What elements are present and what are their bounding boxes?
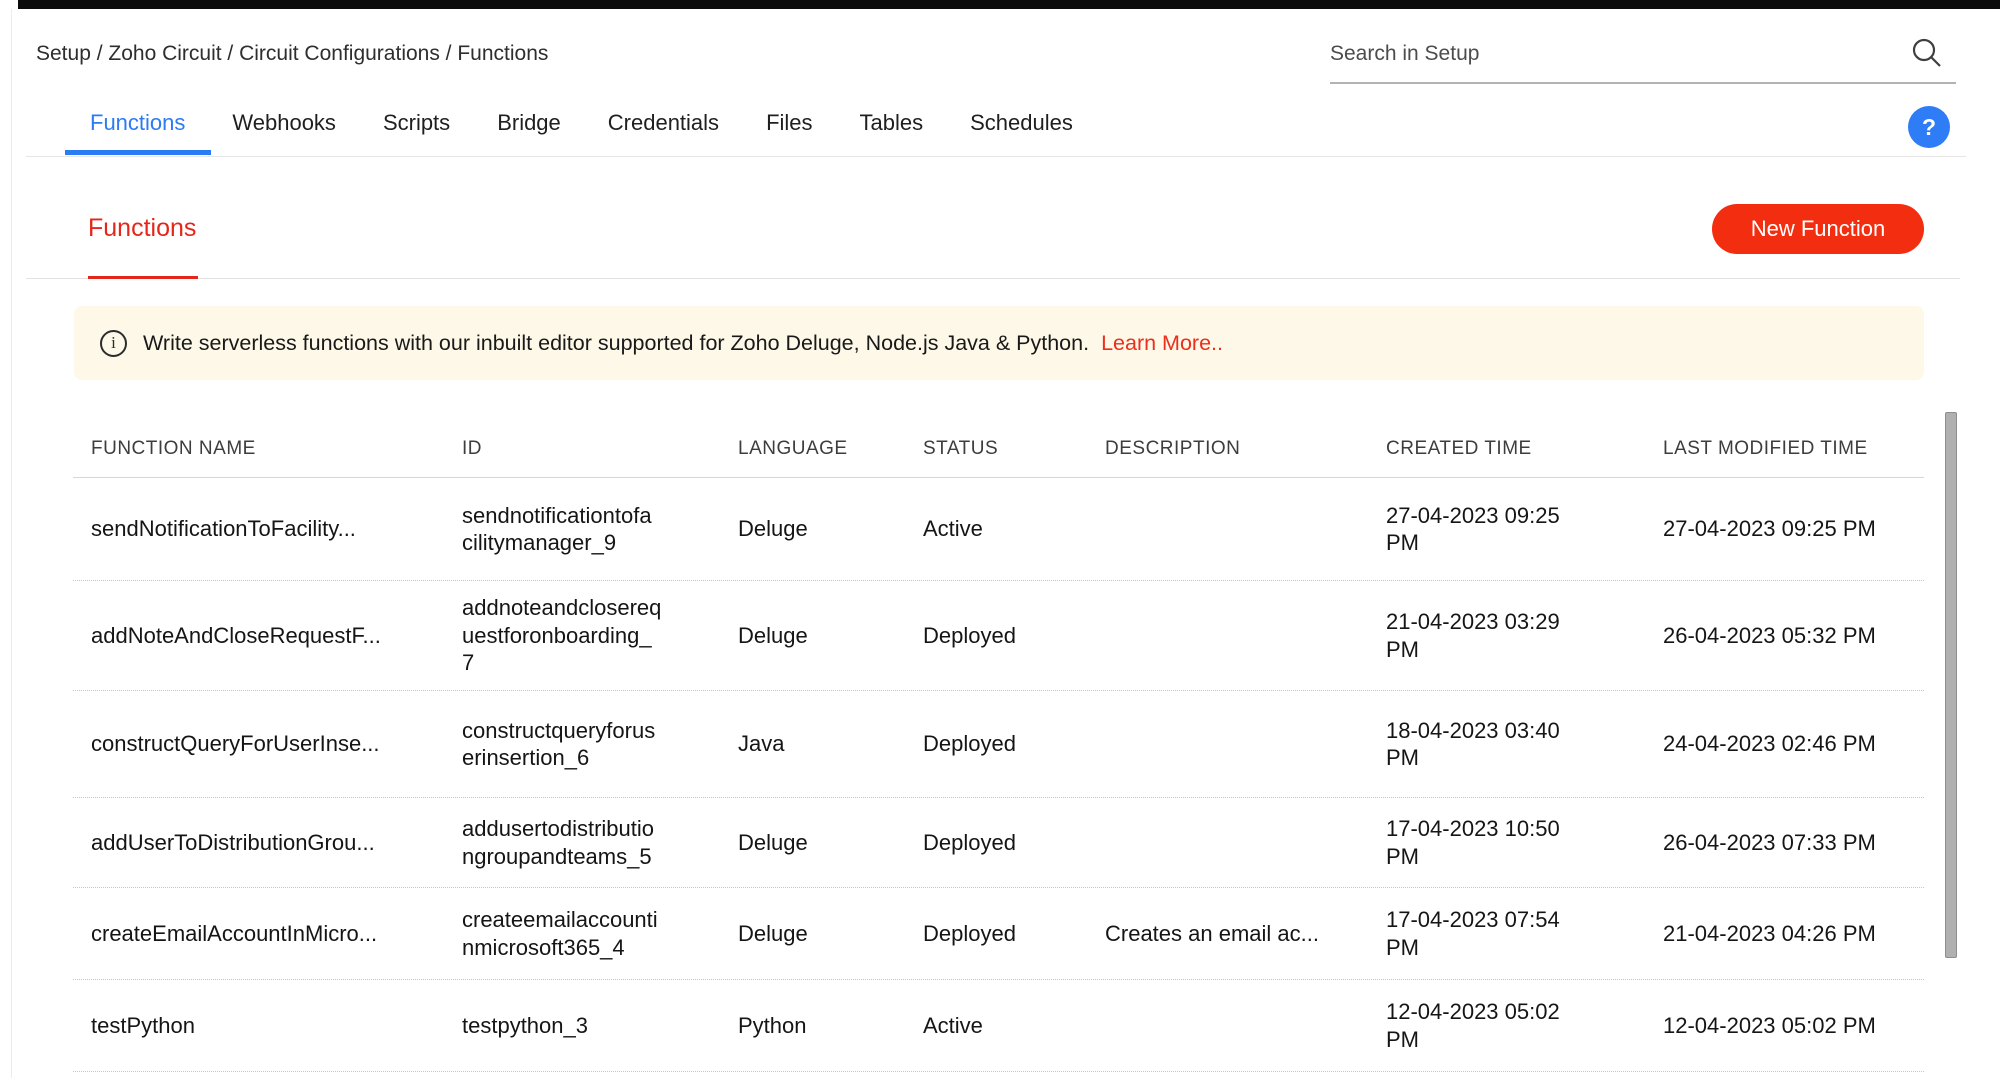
modified-time-cell: 26-04-2023 07:33 PM (1663, 829, 1906, 857)
search-icon[interactable] (1910, 36, 1944, 70)
modified-time-cell: 26-04-2023 05:32 PM (1663, 622, 1906, 650)
tab-functions[interactable]: Functions (90, 110, 185, 136)
function-id-cell: addusertodistributio ngroupandteams_5 (462, 815, 738, 870)
column-header-last-modified-time: LAST MODIFIED TIME (1663, 438, 1906, 460)
created-time-cell: 21-04-2023 03:29 PM (1386, 608, 1663, 663)
table-row[interactable]: createEmailAccountInMicro... createemail… (73, 888, 1924, 980)
tab-webhooks[interactable]: Webhooks (232, 110, 336, 136)
function-name-cell: testPython (91, 1012, 462, 1040)
active-tab-indicator (65, 150, 211, 155)
page-title: Functions (88, 214, 196, 243)
help-icon[interactable]: ? (1908, 106, 1950, 148)
vertical-scrollbar-thumb[interactable] (1945, 412, 1957, 958)
table-row[interactable]: addNoteAndCloseRequestF... addnoteandclo… (73, 581, 1924, 691)
modified-time-cell: 27-04-2023 09:25 PM (1663, 515, 1906, 543)
functions-table: FUNCTION NAME ID LANGUAGE STATUS DESCRIP… (73, 420, 1924, 1072)
function-id-cell: addnoteandclosereq uestforonboarding_ 7 (462, 594, 738, 677)
new-function-button[interactable]: New Function (1712, 204, 1924, 254)
function-name-cell: constructQueryForUserInse... (91, 730, 462, 758)
banner-text: Write serverless functions with our inbu… (143, 331, 1089, 356)
function-id-cell: sendnotificationtofa cilitymanager_9 (462, 502, 738, 557)
language-cell: Deluge (738, 622, 923, 650)
title-divider (26, 278, 1960, 279)
info-icon: i (100, 330, 127, 357)
function-id-cell: testpython_3 (462, 1012, 738, 1040)
table-header-row: FUNCTION NAME ID LANGUAGE STATUS DESCRIP… (73, 420, 1924, 478)
created-time-cell: 17-04-2023 10:50 PM (1386, 815, 1663, 870)
tab-credentials[interactable]: Credentials (608, 110, 719, 136)
created-time-cell: 27-04-2023 09:25 PM (1386, 502, 1663, 557)
column-header-id: ID (462, 438, 738, 460)
function-id-cell: constructqueryforus erinsertion_6 (462, 717, 738, 772)
column-header-language: LANGUAGE (738, 438, 923, 460)
status-cell: Deployed (923, 730, 1105, 758)
left-gutter-divider (11, 9, 12, 1078)
status-cell: Deployed (923, 622, 1105, 650)
function-name-cell: sendNotificationToFacility... (91, 515, 462, 543)
status-cell: Active (923, 515, 1105, 543)
description-cell: Creates an email ac... (1105, 920, 1386, 948)
table-row[interactable]: sendNotificationToFacility... sendnotifi… (73, 478, 1924, 581)
title-red-underline (88, 276, 198, 279)
language-cell: Deluge (738, 515, 923, 543)
status-cell: Deployed (923, 920, 1105, 948)
function-name-cell: addUserToDistributionGrou... (91, 829, 462, 857)
tab-tables[interactable]: Tables (860, 110, 924, 136)
tab-files[interactable]: Files (766, 110, 812, 136)
function-id-cell: createemailaccounti nmicrosoft365_4 (462, 906, 738, 961)
table-row[interactable]: addUserToDistributionGrou... addusertodi… (73, 798, 1924, 888)
column-header-description: DESCRIPTION (1105, 438, 1386, 460)
created-time-cell: 18-04-2023 03:40 PM (1386, 717, 1663, 772)
breadcrumb[interactable]: Setup / Zoho Circuit / Circuit Configura… (36, 42, 548, 66)
function-name-cell: addNoteAndCloseRequestF... (91, 622, 462, 650)
table-row[interactable]: testPython testpython_3 Python Active 12… (73, 980, 1924, 1072)
status-cell: Active (923, 1012, 1105, 1040)
column-header-status: STATUS (923, 438, 1105, 460)
learn-more-link[interactable]: Learn More.. (1101, 331, 1223, 356)
modified-time-cell: 12-04-2023 05:02 PM (1663, 1012, 1906, 1040)
browser-top-bar (18, 0, 2000, 9)
column-header-function-name: FUNCTION NAME (91, 438, 462, 460)
language-cell: Java (738, 730, 923, 758)
function-name-cell: createEmailAccountInMicro... (91, 920, 462, 948)
column-header-created-time: CREATED TIME (1386, 438, 1663, 460)
setup-tabs: Functions Webhooks Scripts Bridge Creden… (90, 110, 1073, 136)
status-cell: Deployed (923, 829, 1105, 857)
info-banner: i Write serverless functions with our in… (74, 306, 1924, 380)
language-cell: Deluge (738, 920, 923, 948)
created-time-cell: 17-04-2023 07:54 PM (1386, 906, 1663, 961)
created-time-cell: 12-04-2023 05:02 PM (1386, 998, 1663, 1053)
setup-search-field[interactable] (1330, 34, 1956, 84)
tab-scripts[interactable]: Scripts (383, 110, 450, 136)
tab-schedules[interactable]: Schedules (970, 110, 1073, 136)
modified-time-cell: 21-04-2023 04:26 PM (1663, 920, 1906, 948)
search-input[interactable] (1330, 34, 1900, 74)
language-cell: Deluge (738, 829, 923, 857)
modified-time-cell: 24-04-2023 02:46 PM (1663, 730, 1906, 758)
table-row[interactable]: constructQueryForUserInse... constructqu… (73, 691, 1924, 798)
language-cell: Python (738, 1012, 923, 1040)
tabs-divider (26, 156, 1966, 157)
tab-bridge[interactable]: Bridge (497, 110, 561, 136)
